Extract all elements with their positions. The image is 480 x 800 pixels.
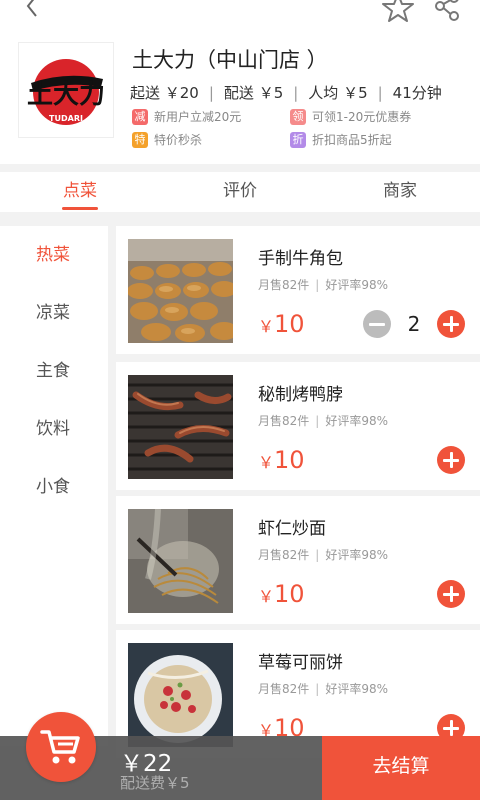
promo-tag: 领: [290, 108, 306, 125]
category-hot-dishes[interactable]: 热菜: [0, 226, 108, 284]
shopping-cart-icon: [40, 730, 80, 764]
menu-item[interactable]: 虾仁炒面 月售82件 | 好评率98% ￥10: [116, 496, 480, 624]
category-snacks[interactable]: 小食: [0, 458, 108, 516]
logo-text: 土大力: [27, 80, 105, 110]
dish-price: ￥10: [258, 310, 305, 338]
dish-meta: 月售82件 | 好评率98%: [258, 548, 389, 562]
min-order: 起送 ￥20: [130, 84, 199, 102]
menu-item[interactable]: 手制牛角包 月售82件 | 好评率98% ￥10 2: [116, 226, 480, 354]
promo-discount: 折折扣商品5折起: [290, 131, 392, 148]
promo-new-user: 减新用户立减20元: [132, 108, 241, 125]
store-header: 土大力 TUDARI 土大力（中山门店 ） 起送 ￥20 | 配送 ￥5 | 人均 ￥5…: [0, 24, 480, 164]
promo-tag: 折: [290, 131, 306, 148]
category-staple-food[interactable]: 主食: [0, 342, 108, 400]
logo-subtitle: TUDARI: [49, 114, 83, 123]
decrease-quantity-button[interactable]: [363, 310, 391, 338]
category-drinks[interactable]: 饮料: [0, 400, 108, 458]
add-to-cart-button[interactable]: [437, 310, 465, 338]
dish-price: ￥10: [258, 580, 305, 608]
dish-meta: 月售82件 | 好评率98%: [258, 278, 389, 292]
delivery-fee-note: 配送费￥5: [120, 774, 190, 792]
store-name: 土大力（中山门店 ）: [132, 48, 328, 72]
promo-coupon[interactable]: 领可领1-20元优惠券: [290, 108, 411, 125]
dish-name: 手制牛角包: [258, 249, 343, 269]
promo-tag: 减: [132, 108, 148, 125]
shrimp-noodles-photo: [128, 509, 233, 613]
strawberry-crepe-photo: [128, 643, 233, 747]
dish-name: 秘制烤鸭脖: [258, 385, 343, 405]
add-to-cart-button[interactable]: [437, 446, 465, 474]
delivery-fee: 配送 ￥5: [223, 84, 284, 102]
top-bar: [0, 0, 480, 24]
delivery-time: 41分钟: [392, 84, 442, 102]
checkout-button[interactable]: 去结算: [322, 736, 480, 800]
promo-text: 可领1-20元优惠券: [312, 110, 412, 124]
item-quantity: 2: [407, 312, 421, 336]
croissant-photo: [128, 239, 233, 343]
store-stats: 起送 ￥20 | 配送 ￥5 | 人均 ￥5 | 41分钟: [130, 84, 442, 102]
promo-flash-sale: 特特价秒杀: [132, 131, 202, 148]
dish-price: ￥10: [258, 446, 305, 474]
add-to-cart-button[interactable]: [437, 580, 465, 608]
category-cold-dishes[interactable]: 凉菜: [0, 284, 108, 342]
tab-reviews[interactable]: 评价: [160, 172, 320, 212]
grilled-duck-neck-photo: [128, 375, 233, 479]
dish-name: 虾仁炒面: [258, 519, 326, 539]
dish-meta: 月售82件 | 好评率98%: [258, 682, 389, 696]
back-arrow-icon[interactable]: [20, 0, 44, 18]
dish-name: 草莓可丽饼: [258, 653, 343, 673]
promo-text: 特价秒杀: [154, 133, 203, 147]
tab-merchant[interactable]: 商家: [320, 172, 480, 212]
store-logo: 土大力 TUDARI: [18, 42, 114, 138]
dish-meta: 月售82件 | 好评率98%: [258, 414, 389, 428]
promo-text: 新用户立减20元: [154, 110, 242, 124]
category-sidebar: 热菜 凉菜 主食 饮料 小食: [0, 226, 108, 746]
tab-bar: 点菜 评价 商家: [0, 172, 480, 212]
menu-item[interactable]: 秘制烤鸭脖 月售82件 | 好评率98% ￥10: [116, 362, 480, 490]
per-person: 人均 ￥5: [308, 84, 368, 102]
promo-text: 折扣商品5折起: [312, 133, 392, 147]
cart-button[interactable]: [26, 712, 96, 782]
tab-order[interactable]: 点菜: [0, 172, 160, 212]
promo-tag: 特: [132, 131, 148, 148]
share-icon[interactable]: [430, 0, 464, 22]
favorite-star-icon[interactable]: [380, 0, 416, 22]
